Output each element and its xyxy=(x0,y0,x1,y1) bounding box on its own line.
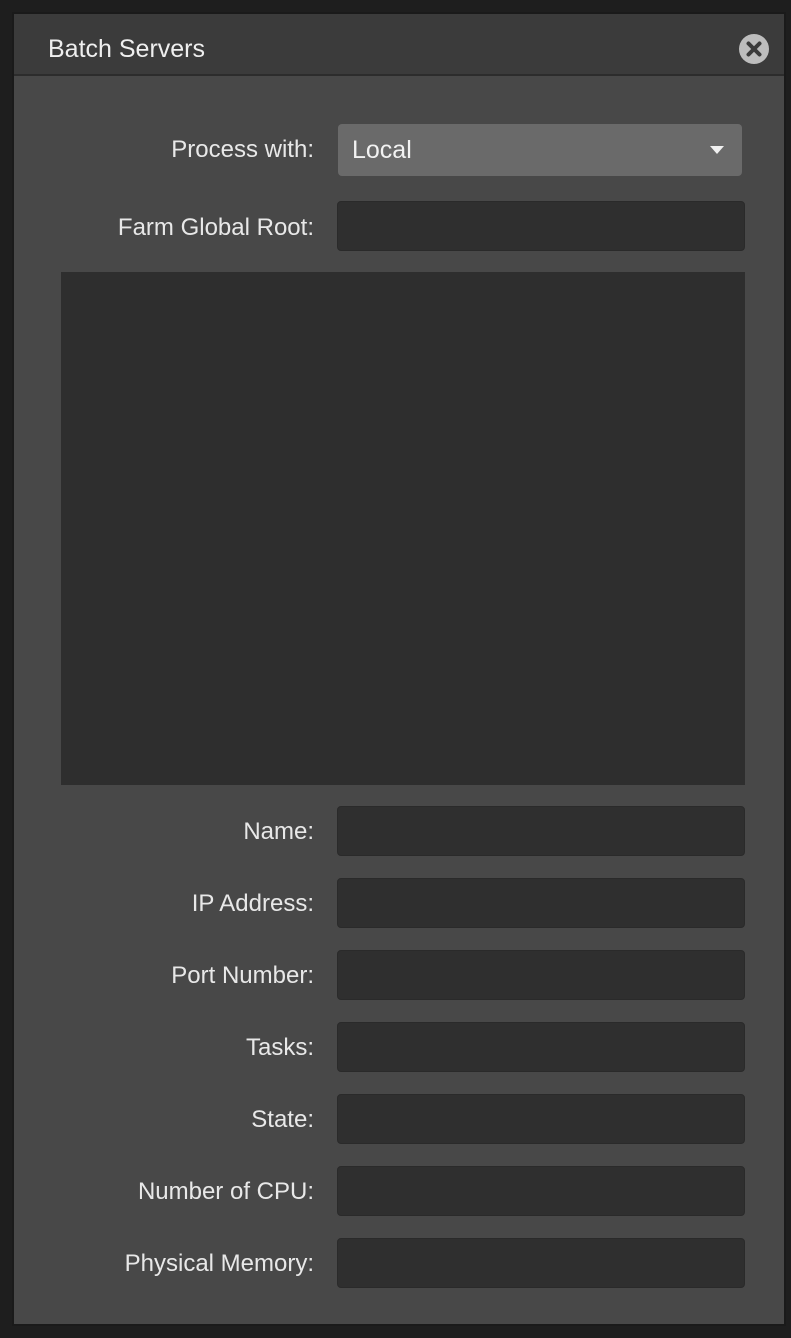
panel-title: Batch Servers xyxy=(48,35,206,63)
state-field[interactable] xyxy=(337,1094,745,1144)
process-with-label: Process with: xyxy=(171,136,314,163)
ip-address-label: IP Address: xyxy=(191,890,314,917)
state-label: State: xyxy=(251,1106,314,1133)
process-with-dropdown[interactable]: Local xyxy=(338,124,742,176)
panel-titlebar: Batch Servers xyxy=(14,14,784,76)
ip-address-field[interactable] xyxy=(337,878,745,928)
port-number-field[interactable] xyxy=(337,950,745,1000)
batch-servers-panel: Batch Servers Process with: Local Farm G… xyxy=(12,12,786,1326)
server-list[interactable] xyxy=(61,272,745,785)
number-of-cpu-label: Number of CPU: xyxy=(137,1178,314,1205)
farm-global-root-field[interactable] xyxy=(337,201,745,251)
close-button[interactable] xyxy=(739,34,769,64)
farm-global-root-label: Farm Global Root: xyxy=(117,214,314,241)
chevron-down-icon xyxy=(710,146,724,154)
number-of-cpu-field[interactable] xyxy=(337,1166,745,1216)
tasks-label: Tasks: xyxy=(245,1034,314,1061)
name-field[interactable] xyxy=(337,806,745,856)
physical-memory-field[interactable] xyxy=(337,1238,745,1288)
close-icon xyxy=(746,41,762,57)
physical-memory-label: Physical Memory: xyxy=(124,1250,314,1277)
name-label: Name: xyxy=(243,818,314,845)
tasks-field[interactable] xyxy=(337,1022,745,1072)
port-number-label: Port Number: xyxy=(171,962,314,989)
process-with-value: Local xyxy=(352,136,412,164)
